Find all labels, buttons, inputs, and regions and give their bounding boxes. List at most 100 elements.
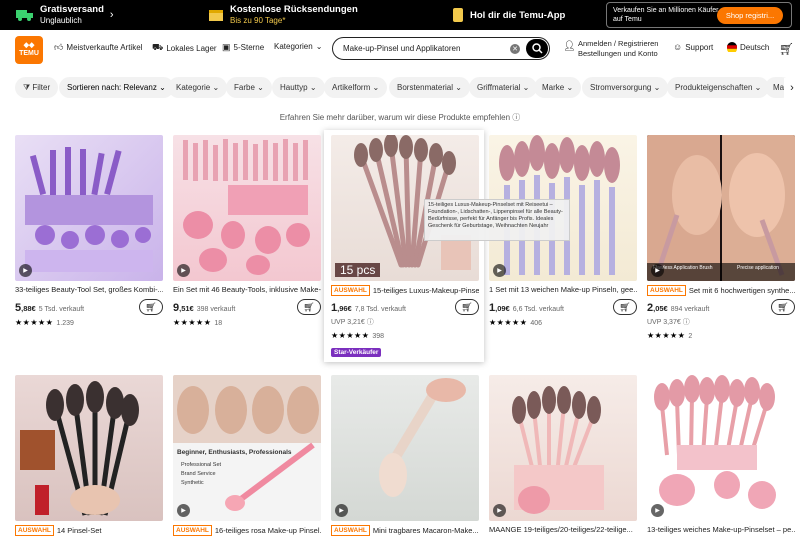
rating: ★★★★★ 406 <box>489 318 542 327</box>
chip-label: Stromversorgung <box>590 83 652 92</box>
recommendation-info[interactable]: Erfahren Sie mehr darüber, warum wir die… <box>0 112 800 123</box>
filter-item-shape[interactable]: Artikelform ⌄ <box>324 77 388 98</box>
germany-flag-icon <box>727 42 737 52</box>
filter-bristle-material[interactable]: Borstenmaterial ⌄ <box>389 77 470 98</box>
star-icons: ★★★★★ <box>489 318 528 327</box>
product-photo <box>379 378 466 497</box>
title-text: 15-teiliges Luxus-Makeup-Pinsel-... <box>372 286 479 295</box>
search-input[interactable]: Make-up-Pinsel und Applikatoren <box>343 44 510 53</box>
cart-add-icon: 🛒︎ <box>777 301 789 312</box>
sort-dropdown[interactable]: Sortieren nach: Relevanz ⌄ <box>59 77 174 98</box>
filter-handle-material[interactable]: Griffmaterial ⌄ <box>469 77 538 98</box>
search-icon <box>531 43 543 54</box>
chevron-down-icon: ⌄ <box>566 83 574 92</box>
support-label: Support <box>685 42 714 52</box>
product-photo <box>183 139 310 275</box>
product-image[interactable]: ▶ <box>331 375 479 521</box>
register-shop-button[interactable]: Shop registri... <box>717 7 783 24</box>
product-image[interactable]: Beginner, Enthusiasts, Professionals Pro… <box>173 375 321 521</box>
play-icon[interactable]: ▶ <box>651 264 664 277</box>
returns-promo[interactable]: Kostenlose Rücksendungen Bis zu 90 Tage* <box>208 0 358 30</box>
thumbs-up-icon: 👍︎ <box>54 42 64 52</box>
filter-bar: ⧩ Filter Sortieren nach: Relevanz ⌄ Kate… <box>0 77 800 99</box>
rating: ★★★★★ 1.239 <box>15 318 74 327</box>
rating: ★★★★★ 398 <box>331 331 384 340</box>
product-photo <box>25 147 153 272</box>
clear-search-icon[interactable]: ✕ <box>510 43 520 54</box>
rating-count: 2 <box>688 333 693 340</box>
play-icon[interactable]: ▶ <box>493 504 506 517</box>
image-bullets: Professional Set Brand Service Synthetic <box>181 461 221 488</box>
pieces-label: 15 pcs <box>335 263 381 277</box>
nav-local-warehouse[interactable]: ⛟ Lokales Lager <box>152 42 217 54</box>
add-to-cart-button[interactable]: 🛒︎ <box>455 299 479 315</box>
support-link[interactable]: ☺ Support <box>673 42 713 52</box>
image-headline: Beginner, Enthusiasts, Professionals <box>177 449 292 456</box>
product-title: AUSWAHL Mini tragbares Macaron-Make... <box>331 525 479 536</box>
nav-label: Kategorien <box>274 42 313 51</box>
chip-label: Filter <box>32 83 51 92</box>
returns-sub: Bis zu 90 Tage* <box>230 16 286 25</box>
cart-icon[interactable]: 🛒︎ <box>779 42 794 56</box>
cart-add-icon: 🛒︎ <box>619 301 631 312</box>
play-icon[interactable]: ▶ <box>19 264 32 277</box>
product-image[interactable]: ▶ <box>489 375 637 521</box>
nav-categories[interactable]: Kategorien ⌄ <box>274 42 322 51</box>
filter-power-supply[interactable]: Stromversorgung ⌄ <box>582 77 669 98</box>
filter-skin-type[interactable]: Hauttyp ⌄ <box>272 77 325 98</box>
price-dec: ,51€ <box>179 304 194 313</box>
product-title: AUSWAHL 16-teiliges rosa Make-up Pinsel..… <box>173 525 321 536</box>
product-price: 1,09€ 6,6 Tsd. verkauft <box>489 302 564 314</box>
chevron-down-icon: ⌄ <box>315 42 323 51</box>
play-icon[interactable]: ▶ <box>335 504 348 517</box>
chevron-down-icon: ⌄ <box>372 83 380 92</box>
play-icon[interactable]: ▶ <box>493 264 506 277</box>
search-button[interactable] <box>526 39 548 58</box>
chevron-down-icon: ⌄ <box>522 83 530 92</box>
title-text: 13-teiliges weiches Make-up-Pinselset – … <box>647 525 795 534</box>
product-image[interactable]: ▶ <box>173 135 321 281</box>
title-text: 1 Set mit 13 weichen Make-up Pinseln, ge… <box>489 285 637 294</box>
image-caption-right: Precise application <box>737 265 779 271</box>
filter-color[interactable]: Farbe ⌄ <box>226 77 272 98</box>
add-to-cart-button[interactable]: 🛒︎ <box>771 299 795 315</box>
product-image[interactable]: ▶ <box>15 135 163 281</box>
user-icon: 👤︎ <box>563 41 576 52</box>
play-icon[interactable]: ▶ <box>177 264 190 277</box>
search-bar[interactable]: Make-up-Pinsel und Applikatoren ✕ <box>332 37 550 60</box>
language-selector[interactable]: Deutsch <box>727 42 769 52</box>
add-to-cart-button[interactable]: 🛒︎ <box>139 299 163 315</box>
logo-glyph: ◆◆ <box>23 42 35 49</box>
product-title: AUSWAHL 15-teiliges Luxus-Makeup-Pinsel-.… <box>331 285 479 296</box>
chevron-down-icon: ⌄ <box>754 83 762 92</box>
question-icon: ⓘ <box>366 319 374 326</box>
temu-logo[interactable]: ◆◆ TEMU <box>15 36 43 64</box>
seller-promo: Verkaufen Sie an Millionen Käufer auf Te… <box>606 2 792 28</box>
product-image[interactable] <box>15 375 163 521</box>
title-text: 33-teiliges Beauty-Tool Set, großes Komb… <box>15 285 163 294</box>
add-to-cart-button[interactable]: 🛒︎ <box>297 299 321 315</box>
chip-label: Hauttyp <box>280 83 308 92</box>
filter-icon: ⧩ <box>23 82 33 92</box>
play-icon[interactable]: ▶ <box>177 504 190 517</box>
free-shipping-promo[interactable]: Gratisversand Unglaublich › <box>16 0 114 30</box>
filter-brand[interactable]: Marke ⌄ <box>534 77 582 98</box>
chip-label: Artikelform <box>332 83 371 92</box>
filter-category[interactable]: Kategorie ⌄ <box>168 77 228 98</box>
nav-bestsellers[interactable]: 👍︎ Meistverkaufte Artikel <box>54 42 142 53</box>
product-image[interactable]: Flawless Application Brush Precise appli… <box>647 135 795 281</box>
filter-product-features[interactable]: Produkteigenschaften ⌄ <box>667 77 770 98</box>
product-price: 1,96€ 7,8 Tsd. verkauft <box>331 302 406 314</box>
filter-scroll-right-icon[interactable]: › <box>784 78 800 98</box>
add-to-cart-button[interactable]: 🛒︎ <box>613 299 637 315</box>
star-icons: ★★★★★ <box>15 318 54 327</box>
truck-icon <box>16 10 33 21</box>
play-icon[interactable]: ▶ <box>651 504 664 517</box>
product-image[interactable]: ▶ <box>647 375 795 521</box>
app-promo[interactable]: Hol dir die Temu-App <box>452 0 565 30</box>
account-menu[interactable]: 👤︎ Anmelden / Registrieren Bestellungen … <box>563 39 658 59</box>
info-text: Erfahren Sie mehr darüber, warum wir die… <box>279 113 511 122</box>
filter-button[interactable]: ⧩ Filter <box>15 77 59 98</box>
rating: ★★★★★ 18 <box>173 318 222 327</box>
nav-five-stars[interactable]: ▣ 5-Sterne <box>222 42 264 53</box>
